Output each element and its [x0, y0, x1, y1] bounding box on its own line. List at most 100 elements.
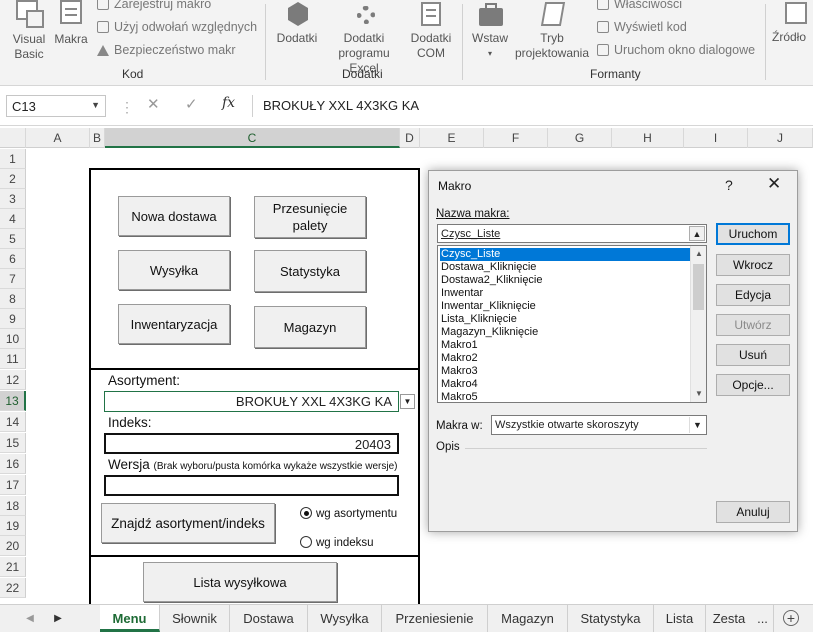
- close-icon[interactable]: ✕: [767, 174, 781, 194]
- row-header-10[interactable]: 10: [0, 329, 26, 349]
- step-into-button[interactable]: Wkrocz: [716, 254, 790, 276]
- record-macro-button[interactable]: Zarejestruj makro: [97, 0, 211, 11]
- column-header-i[interactable]: I: [684, 128, 748, 148]
- tab-menu[interactable]: Menu: [100, 605, 160, 632]
- macro-list[interactable]: Czysc_Liste Dostawa_Kliknięcie Dostawa2_…: [437, 245, 707, 403]
- list-item[interactable]: Magazyn_Kliknięcie: [440, 326, 690, 339]
- list-item[interactable]: Lista_Kliknięcie: [440, 313, 690, 326]
- row-header-2[interactable]: 2: [0, 169, 26, 189]
- tab-slownik[interactable]: Słownik: [160, 605, 230, 632]
- tab-zesta[interactable]: Zesta: [706, 605, 752, 632]
- relative-refs-button[interactable]: Użyj odwołań względnych: [97, 20, 257, 34]
- column-header-j[interactable]: J: [748, 128, 813, 148]
- create-button[interactable]: Utwórz: [716, 314, 790, 336]
- row-header-14[interactable]: 14: [0, 412, 26, 432]
- row-header-16[interactable]: 16: [0, 454, 26, 474]
- properties-button[interactable]: Właściwości: [597, 0, 682, 11]
- list-item[interactable]: Makro2: [440, 352, 690, 365]
- cancel-button[interactable]: Anuluj: [716, 501, 790, 523]
- wstaw-button[interactable]: Wstaw ▾: [468, 0, 512, 61]
- list-scrollbar[interactable]: ▲ ▼: [690, 246, 706, 402]
- przesuniecie-palety-button[interactable]: Przesunięcie palety: [254, 196, 366, 238]
- list-item[interactable]: Makro4: [440, 378, 690, 391]
- chevron-down-icon[interactable]: ▼: [400, 394, 415, 409]
- tab-magazyn[interactable]: Magazyn: [488, 605, 568, 632]
- cancel-icon[interactable]: ✕: [147, 95, 160, 113]
- confirm-icon[interactable]: ✓: [185, 95, 198, 113]
- view-code-button[interactable]: Wyświetl kod: [597, 20, 687, 34]
- list-item[interactable]: Inwentar: [440, 287, 690, 300]
- com-addins-button[interactable]: Dodatki COM: [408, 0, 454, 61]
- list-item[interactable]: Makro3: [440, 365, 690, 378]
- source-button[interactable]: Źródło: [772, 0, 813, 45]
- row-header-9[interactable]: 9: [0, 309, 26, 329]
- row-header-1[interactable]: 1: [0, 149, 26, 169]
- tab-wysylka[interactable]: Wysyłka: [308, 605, 382, 632]
- design-mode-button[interactable]: Tryb projektowania: [512, 0, 592, 61]
- column-header-a[interactable]: A: [26, 128, 90, 148]
- formula-input[interactable]: BROKUŁY XXL 4X3KG KA: [252, 95, 808, 117]
- delete-button[interactable]: Usuń: [716, 344, 790, 366]
- select-all-corner[interactable]: [0, 128, 26, 148]
- asortyment-input[interactable]: BROKUŁY XXL 4X3KG KA: [104, 391, 399, 412]
- list-item[interactable]: Makro5: [440, 391, 690, 402]
- visual-basic-button[interactable]: Visual Basic: [6, 0, 52, 62]
- row-header-11[interactable]: 11: [0, 349, 26, 369]
- column-header-h[interactable]: H: [612, 128, 684, 148]
- row-header-17[interactable]: 17: [0, 475, 26, 495]
- radio-wg-indeksu[interactable]: wg indeksu: [300, 536, 374, 549]
- column-header-b[interactable]: B: [90, 128, 105, 148]
- macro-name-input[interactable]: Czysc_Liste ▲: [437, 224, 707, 243]
- tab-przeniesienie[interactable]: Przeniesienie: [382, 605, 488, 632]
- tab-dostawa[interactable]: Dostawa: [230, 605, 308, 632]
- row-header-8[interactable]: 8: [0, 289, 26, 309]
- lista-wysylkowa-button[interactable]: Lista wysyłkowa: [143, 562, 337, 602]
- list-item[interactable]: Dostawa2_Kliknięcie: [440, 274, 690, 287]
- magazyn-button[interactable]: Magazyn: [254, 306, 366, 348]
- tab-lista[interactable]: Lista: [654, 605, 706, 632]
- row-header-4[interactable]: 4: [0, 209, 26, 229]
- column-header-c[interactable]: C: [105, 128, 400, 148]
- inwentaryzacja-button[interactable]: Inwentaryzacja: [118, 304, 230, 344]
- chevron-down-icon[interactable]: ▼: [91, 100, 100, 110]
- row-header-13[interactable]: 13: [0, 391, 26, 411]
- row-header-22[interactable]: 22: [0, 578, 26, 598]
- tab-more[interactable]: ...: [752, 605, 774, 632]
- column-header-d[interactable]: D: [400, 128, 420, 148]
- fx-icon[interactable]: fx: [222, 95, 235, 111]
- scroll-thumb[interactable]: [693, 264, 704, 310]
- dodatki-button[interactable]: Dodatki: [272, 0, 322, 46]
- add-sheet-icon[interactable]: +: [780, 605, 802, 632]
- wysylka-button[interactable]: Wysyłka: [118, 250, 230, 290]
- row-header-5[interactable]: 5: [0, 229, 26, 249]
- macro-security-button[interactable]: Bezpieczeństwo makr: [97, 43, 236, 57]
- list-item[interactable]: Inwentar_Kliknięcie: [440, 300, 690, 313]
- column-header-f[interactable]: F: [484, 128, 548, 148]
- row-header-12[interactable]: 12: [0, 370, 26, 390]
- column-header-g[interactable]: G: [548, 128, 612, 148]
- macros-in-select[interactable]: Wszystkie otwarte skoroszyty ▼: [491, 415, 707, 435]
- makra-button[interactable]: Makra: [52, 0, 90, 47]
- row-header-20[interactable]: 20: [0, 536, 26, 556]
- name-box[interactable]: C13 ▼: [6, 95, 106, 117]
- row-header-15[interactable]: 15: [0, 433, 26, 453]
- excel-addins-button[interactable]: Dodatki programu Excel: [322, 0, 406, 76]
- znajdz-button[interactable]: Znajdź asortyment/indeks: [101, 503, 275, 543]
- radio-wg-asortymentu[interactable]: wg asortymentu: [300, 507, 397, 520]
- row-header-21[interactable]: 21: [0, 557, 26, 577]
- wersja-input[interactable]: [104, 475, 399, 496]
- list-item[interactable]: Dostawa_Kliknięcie: [440, 261, 690, 274]
- tab-statystyka[interactable]: Statystyka: [568, 605, 654, 632]
- tab-next-icon[interactable]: ▶: [48, 605, 68, 632]
- statystyka-button[interactable]: Statystyka: [254, 250, 366, 292]
- scroll-up-icon[interactable]: ▲: [691, 246, 706, 262]
- row-header-18[interactable]: 18: [0, 496, 26, 516]
- indeks-input[interactable]: 20403: [104, 433, 399, 454]
- list-item[interactable]: Czysc_Liste: [440, 248, 690, 261]
- nowa-dostawa-button[interactable]: Nowa dostawa: [118, 196, 230, 236]
- row-header-7[interactable]: 7: [0, 269, 26, 289]
- list-item[interactable]: Makro1: [440, 339, 690, 352]
- run-button[interactable]: Uruchom: [716, 223, 790, 245]
- scroll-down-icon[interactable]: ▼: [691, 386, 706, 402]
- chevron-down-icon[interactable]: ▼: [689, 417, 705, 433]
